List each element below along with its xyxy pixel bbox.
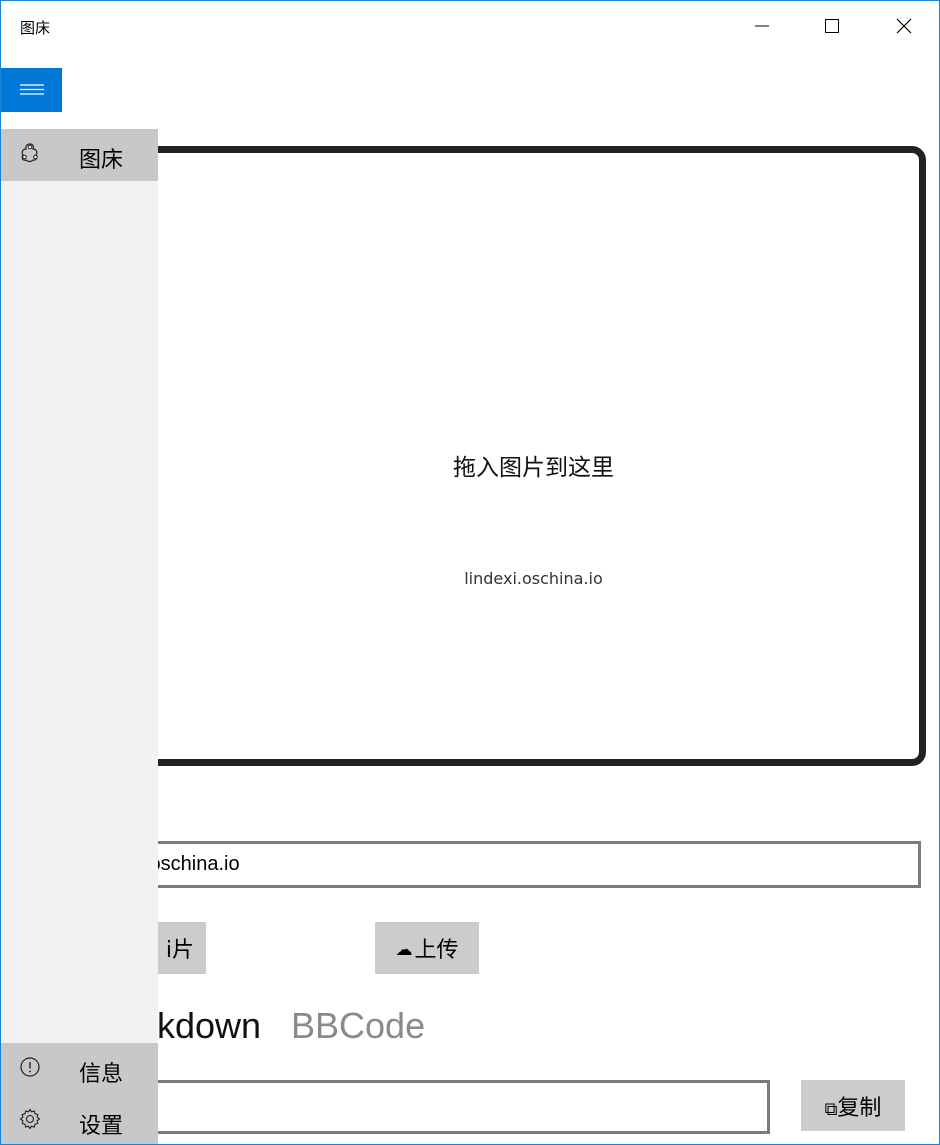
app-window: 图床 拖入图片到这里 lindexi.oschina.io i片 ☁上传 kdo…: [0, 0, 940, 1145]
cloud-network-icon: [21, 143, 38, 163]
nav-item-image-host[interactable]: 图床: [1, 129, 158, 181]
info-icon: [20, 1057, 40, 1077]
url-input[interactable]: [131, 841, 921, 888]
drop-prompt: 拖入图片到这里: [453, 455, 614, 481]
nav-item-settings[interactable]: 设置: [1, 1095, 158, 1144]
copy-button[interactable]: ⧉复制: [801, 1080, 905, 1131]
nav-item-label: 设置: [79, 1114, 124, 1139]
copy-label: 复制: [837, 1095, 882, 1121]
window-title: 图床: [20, 19, 51, 37]
close-icon: [896, 18, 912, 34]
drop-subtitle: lindexi.oschina.io: [464, 569, 603, 585]
minimize-button[interactable]: [739, 9, 785, 43]
close-button[interactable]: [881, 9, 927, 43]
image-drop-zone[interactable]: 拖入图片到这里 lindexi.oschina.io: [141, 146, 926, 766]
cloud-upload-icon: ☁: [395, 940, 413, 960]
upload-button[interactable]: ☁上传: [375, 922, 479, 974]
nav-item-info[interactable]: 信息: [1, 1043, 158, 1095]
upload-label: 上传: [414, 938, 459, 963]
navigation-pane: 图床 信息 设置: [1, 129, 158, 1144]
maximize-button[interactable]: [809, 9, 855, 43]
maximize-icon: [825, 19, 839, 33]
tab-bbcode[interactable]: BBCode: [291, 1005, 425, 1047]
nav-item-label: 信息: [79, 1062, 124, 1087]
title-bar: 图床: [1, 1, 939, 51]
hamburger-menu-button[interactable]: [1, 68, 62, 112]
hamburger-icon: [20, 84, 44, 95]
copy-icon: ⧉: [824, 1098, 838, 1120]
nav-item-label: 图床: [79, 148, 124, 173]
tab-markdown[interactable]: kdown: [157, 1005, 261, 1047]
minimize-icon: [755, 25, 769, 27]
gear-icon: [19, 1108, 41, 1130]
code-output-field[interactable]: [131, 1080, 770, 1134]
